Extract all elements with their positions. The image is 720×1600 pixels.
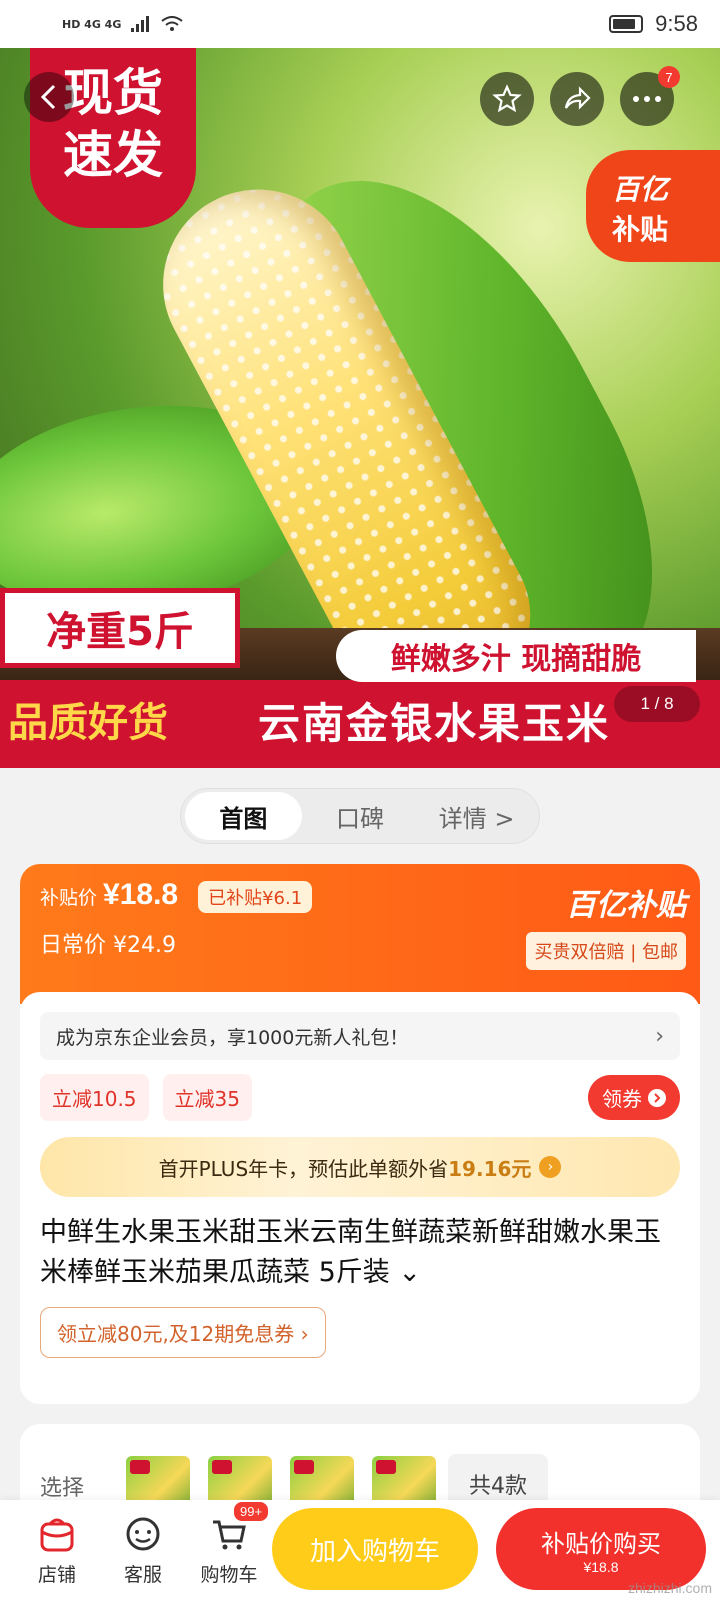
price-promise: 买贵双倍赔 | 包邮 [526,932,686,970]
site-watermark: zhizhizhi.com [627,1580,712,1596]
add-to-cart-button[interactable]: 加入购物车 [272,1508,478,1590]
subsidy-corner-line1: 百亿 [612,173,669,206]
star-icon [492,84,522,113]
network-text: HD 4G 4G [62,17,122,31]
regular-price-label: 日常价 [40,933,107,958]
get-coupon-label: 领券 [602,1087,642,1111]
chevron-right-circle-icon [648,1088,666,1107]
message-count-badge: 7 [658,66,680,88]
get-coupon-button[interactable]: 领券 [588,1075,680,1120]
signal-icon [131,16,150,32]
subsidy-corner-line2: 补贴 [612,213,669,246]
store-button[interactable]: 店铺 [14,1514,100,1587]
subsidized-amount-pill: 已补贴¥6.1 [198,881,313,913]
promo-section: 成为京东企业会员，享1000元新人礼包！ › 立减10.5 立减35 领券 首开… [20,992,700,1404]
coupon-row: 立减10.5 立减35 领券 [40,1074,680,1121]
favorite-button[interactable] [480,72,534,126]
subsidy-brand-block[interactable]: 百亿补贴 买贵双倍赔 | 包邮 [526,880,686,970]
customer-service-button[interactable]: 客服 [100,1514,186,1587]
clock: 9:58 [655,11,698,36]
tab-main-image[interactable]: 首图 [185,792,302,840]
subsidy-price-label: 补贴价 [40,887,98,909]
more-button[interactable]: 7 [620,66,680,126]
status-bar: HD 4G 4G 9:58 [0,0,720,48]
net-weight-label: 净重5斤 [0,588,240,668]
chevron-right-icon: › [539,1156,562,1178]
chevron-right-icon: › [655,1023,664,1049]
enterprise-member-banner[interactable]: 成为京东企业会员，享1000元新人礼包！ › [40,1012,680,1060]
network-indicators: HD 4G 4G [62,16,183,32]
cart-label: 购物车 [200,1563,258,1586]
subsidy-corner-badge: 百亿 补贴 [586,150,720,262]
buy-button-label: 补贴价购买 [541,1529,661,1558]
member-text: 成为京东企业会员，享1000元新人礼包！ [56,1026,409,1049]
cart-count-badge: 99+ [232,1499,271,1523]
price-header: 补贴价 ¥18.8 已补贴¥6.1 日常价 ¥24.9 百亿补贴 买贵双倍赔 |… [20,864,700,1004]
cart-nav-button[interactable]: 99+ 购物车 [186,1499,272,1587]
hero-product-name: 云南金银水果玉米 [258,699,611,748]
chevron-left-icon [40,84,56,110]
interest-free-coupon-link[interactable]: 领立减80元,及12期免息券 › [40,1307,326,1358]
image-tab-switch: 首图 口碑 详情 > [180,788,540,844]
subsidy-brand-label: 百亿补贴 [566,888,686,923]
product-title[interactable]: 中鲜生水果玉米甜玉米云南生鲜蔬菜新鲜甜嫩水果玉米棒鲜玉米茄果瓜蔬菜 5斤装 ⌄ [40,1213,680,1293]
status-right: 9:58 [609,11,698,37]
plus-amount: 19.16元 [448,1156,532,1181]
battery-icon [609,15,644,33]
plus-text: 首开PLUS年卡，预估此单额外省 [158,1156,449,1181]
fast-ship-line2: 速发 [63,126,163,184]
plus-membership-banner[interactable]: 首开PLUS年卡，预估此单额外省 19.16元 › [40,1137,680,1197]
tab-reviews[interactable]: 口碑 [302,792,419,840]
back-button[interactable] [24,72,74,122]
more-icon [633,96,661,102]
wifi-icon [161,16,183,31]
coupon-chip[interactable]: 立减10.5 [40,1074,149,1121]
store-label: 店铺 [37,1563,76,1586]
hero-tagline: 鲜嫩多汁 现摘甜脆 [336,630,696,682]
customer-service-icon [126,1517,160,1550]
customer-service-label: 客服 [123,1563,162,1586]
buy-button-price: ¥18.8 [583,1558,619,1575]
subsidy-buy-button[interactable]: 补贴价购买 ¥18.8 [496,1508,706,1590]
share-button[interactable] [550,72,604,126]
regular-price: ¥24.9 [113,933,176,958]
price-card: 补贴价 ¥18.8 已补贴¥6.1 日常价 ¥24.9 百亿补贴 买贵双倍赔 |… [20,864,700,1404]
image-counter: 1 / 8 [614,686,700,722]
coupon-chip[interactable]: 立减35 [162,1074,252,1121]
quality-label: 品质好货 [8,700,168,746]
tab-details[interactable]: 详情 > [418,792,535,840]
store-icon [40,1518,74,1551]
options-label: 选择 [40,1476,85,1501]
share-icon [564,86,591,110]
subsidy-price: ¥18.8 [103,878,179,911]
